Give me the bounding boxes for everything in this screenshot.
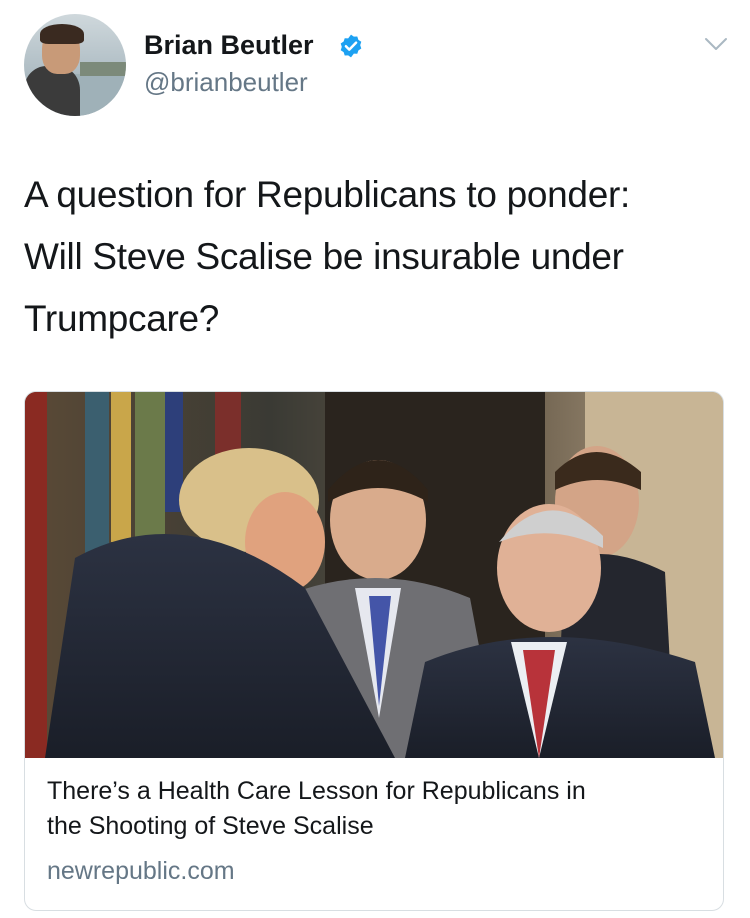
card-title-line: the Shooting of Steve Scalise [47, 812, 374, 840]
link-card[interactable]: There’s a Health Care Lesson for Republi… [24, 391, 724, 911]
card-title[interactable]: There’s a Health Care Lesson for Republi… [47, 774, 707, 844]
tweet-line: Will Steve Scalise be insurable under [24, 236, 624, 277]
card-domain[interactable]: newrepublic.com [47, 857, 235, 886]
avatar-shore [80, 62, 126, 76]
author-name[interactable]: Brian Beutler [144, 30, 314, 61]
avatar[interactable] [24, 14, 126, 116]
tweet-text: A question for Republicans to ponder: Wi… [24, 164, 724, 350]
avatar-water [74, 74, 126, 116]
card-title-line: There’s a Health Care Lesson for Republi… [47, 777, 586, 805]
avatar-hair [40, 24, 84, 44]
tweet-line: Trumpcare? [24, 298, 220, 339]
tweet-line: A question for Republicans to ponder: [24, 174, 630, 215]
chevron-down-icon[interactable] [704, 36, 728, 52]
news-photo[interactable] [25, 392, 724, 758]
avatar-body [24, 66, 80, 116]
author-handle[interactable]: @brianbeutler [144, 67, 308, 98]
verified-badge-icon [340, 34, 362, 58]
